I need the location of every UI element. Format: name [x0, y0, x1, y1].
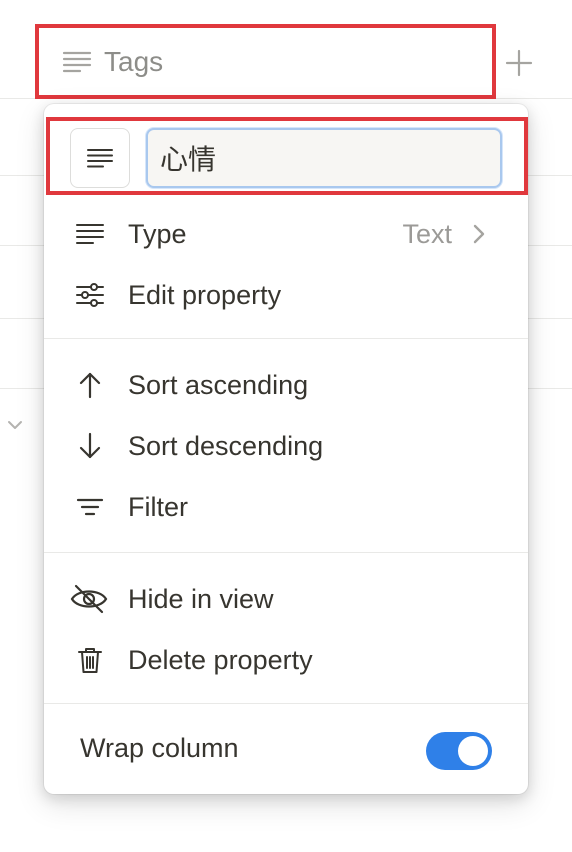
arrow-up-icon: [74, 369, 106, 401]
sliders-icon: [74, 279, 106, 311]
menu-item-label: Hide in view: [128, 583, 274, 614]
menu-item-label: Sort descending: [128, 430, 324, 461]
menu-item-sort-descending[interactable]: Sort descending: [44, 417, 528, 475]
menu-item-delete-property[interactable]: Delete property: [44, 631, 528, 689]
menu-divider: [44, 703, 528, 704]
menu-item-type[interactable]: Type Text: [44, 205, 528, 263]
chevron-right-icon: [466, 220, 492, 248]
menu-item-edit-property[interactable]: Edit property: [44, 266, 528, 324]
plus-icon[interactable]: [502, 46, 536, 80]
menu-item-label: Sort ascending: [128, 369, 309, 400]
menu-item-hide-in-view[interactable]: Hide in view: [44, 570, 528, 628]
menu-item-sort-ascending[interactable]: Sort ascending: [44, 356, 528, 414]
menu-item-label: Filter: [128, 491, 188, 522]
filter-icon: [74, 491, 106, 523]
highlight-box: [46, 117, 528, 195]
menu-item-label: Wrap column: [80, 733, 239, 763]
menu-item-label: Type: [128, 218, 187, 249]
menu-item-filter[interactable]: Filter: [44, 478, 528, 536]
menu-item-wrap-column: Wrap column: [44, 720, 528, 778]
menu-item-label: Edit property: [128, 279, 282, 310]
arrow-down-icon: [74, 430, 106, 462]
type-value: Text: [402, 218, 452, 249]
menu-divider: [44, 552, 528, 553]
chevron-down-icon[interactable]: [4, 414, 26, 436]
property-menu: Type Text Edit property Sort a: [44, 104, 528, 794]
toggle-knob: [458, 736, 488, 766]
eye-slash-icon: [70, 583, 108, 615]
menu-item-label: Delete property: [128, 644, 313, 675]
highlight-box: [35, 24, 496, 99]
wrap-column-toggle[interactable]: [426, 732, 492, 770]
text-lines-icon: [74, 218, 106, 250]
menu-divider: [44, 338, 528, 339]
trash-icon: [74, 644, 106, 676]
